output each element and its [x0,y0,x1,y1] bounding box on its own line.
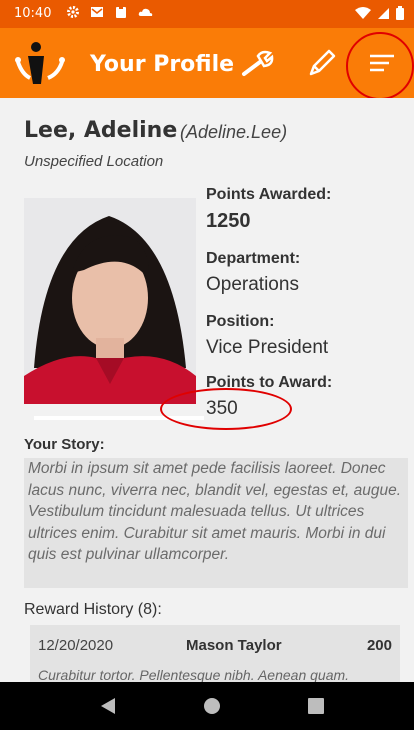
back-icon [101,698,115,714]
profile-name: Lee, Adeline [24,118,178,143]
cloud-icon [138,5,153,19]
points-awarded-stat: Points Awarded: 1250 [206,186,331,233]
points-awarded-label: Points Awarded: [206,186,332,203]
profile-username: (Adeline.Lee) [180,122,288,142]
reward-comment-row: Curabitur tortor. Pellentesque nibh. Aen… [30,665,400,682]
app-logo [14,40,66,88]
position-stat: Position: Vice President [206,313,328,359]
points-awarded-value: 1250 [206,210,251,232]
profile-location: Unspecified Location [24,153,164,170]
edit-button[interactable] [305,46,339,80]
department-value: Operations [206,274,299,295]
mail-icon [90,5,104,19]
home-icon [204,698,220,714]
menu-icon [370,54,394,72]
pencil-icon [309,49,336,76]
story-text: Morbi in ipsum sit amet pede facilisis l… [24,458,408,588]
notification-icons [66,5,153,19]
gear-icon [66,5,80,19]
points-to-award-label: Points to Award: [206,374,333,391]
reward-points: 200 [366,637,392,654]
points-to-award-stat: Points to Award: 350 [206,374,332,420]
reward-comment: Curabitur tortor. Pellentesque nibh. Aen… [38,667,350,682]
clipboard-icon [114,5,128,19]
wrench-icon [242,50,274,76]
app-bar: Your Profile [0,28,414,100]
battery-icon [396,6,404,20]
status-bar: 10:40 [0,0,414,28]
signal-icon [378,7,389,19]
recents-icon [308,698,324,714]
page-title: Your Profile [90,52,235,77]
wifi-icon [355,6,371,19]
story-label: Your Story: [24,436,105,453]
home-button[interactable] [188,682,236,730]
department-label: Department: [206,250,301,267]
settings-button[interactable] [240,46,274,80]
status-time: 10:40 [14,6,52,21]
department-stat: Department: Operations [206,250,300,296]
system-nav-bar [0,682,414,730]
reward-history-row[interactable]: 12/20/2020 Mason Taylor 200 [30,625,400,665]
system-icons [355,6,404,20]
menu-button[interactable] [365,46,399,80]
position-value: Vice President [206,337,329,358]
reward-date: 12/20/2020 [38,637,114,654]
profile-photo[interactable] [24,198,196,404]
profile-content: Lee, Adeline (Adeline.Lee) Unspecified L… [0,98,414,682]
back-button[interactable] [84,682,132,730]
photo-strip [34,416,204,420]
recents-button[interactable] [292,682,340,730]
position-label: Position: [206,313,275,330]
reward-from: Mason Taylor [186,637,282,654]
points-to-award-value: 350 [206,398,238,419]
reward-history-label: Reward History (8): [24,601,162,618]
